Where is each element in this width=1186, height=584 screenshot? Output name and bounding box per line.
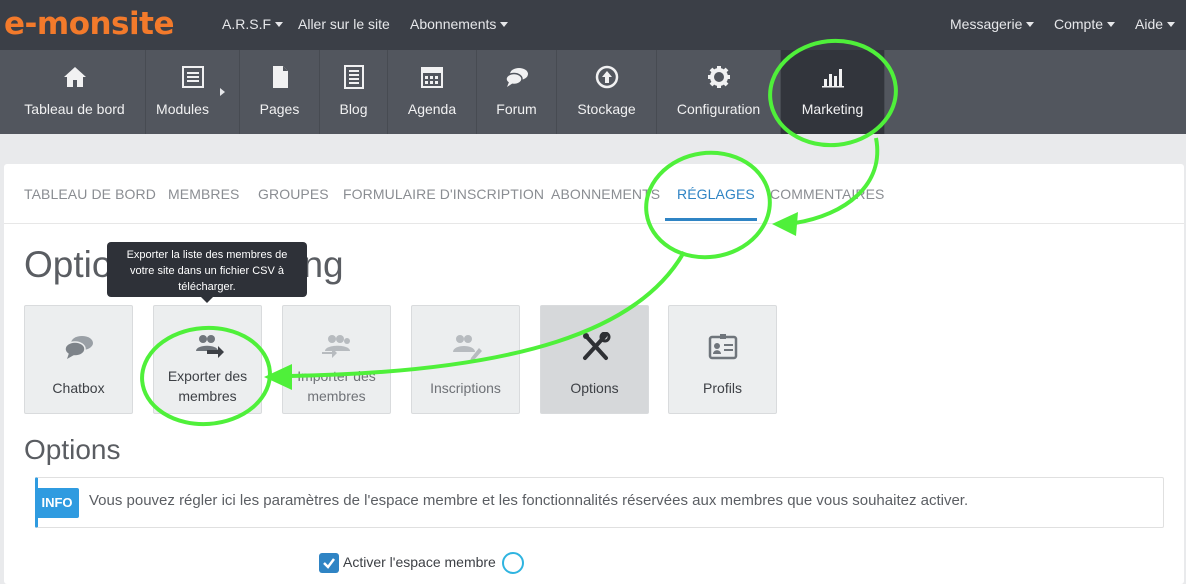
chevron-down-icon (1026, 21, 1035, 27)
content-card: TABLEAU DE BORD MEMBRES GROUPES FORMULAI… (4, 164, 1184, 584)
tile-label: Chatbox (52, 380, 105, 396)
logo[interactable]: e-monsite (4, 6, 174, 42)
info-text: Vous pouvez régler ici les paramètres de… (89, 492, 969, 509)
visit-site-link[interactable]: Aller sur le site (298, 0, 390, 50)
tab-dashboard[interactable]: TABLEAU DE BORD (24, 186, 156, 202)
tile-profiles[interactable]: Profils (668, 305, 777, 414)
check-icon (323, 558, 335, 569)
module-label: Stockage (577, 101, 636, 117)
blog-icon (343, 65, 364, 89)
module-label: Agenda (407, 101, 457, 117)
module-label: Tableau de bord (24, 101, 125, 117)
tile-label: Exporter des membres (167, 368, 248, 404)
module-dashboard[interactable]: Tableau de bord (4, 50, 146, 134)
tab-bar: TABLEAU DE BORD MEMBRES GROUPES FORMULAI… (4, 164, 1184, 224)
gear-icon (707, 66, 730, 88)
tile-import-members[interactable]: Importer des membres (282, 305, 391, 414)
list-icon (181, 66, 204, 88)
chevron-down-icon (500, 21, 509, 27)
section-title: Options (24, 434, 121, 465)
users-export-icon (195, 335, 224, 358)
module-configuration[interactable]: Configuration (657, 50, 781, 134)
tab-members[interactable]: MEMBRES (168, 186, 240, 202)
info-box: INFO Vous pouvez régler ici les paramètr… (35, 477, 1164, 528)
tile-label: Importer des membres (297, 368, 376, 404)
chevron-right-icon (220, 88, 225, 96)
tab-settings[interactable]: RÉGLAGES (677, 186, 755, 202)
tab-comments[interactable]: COMMENTAIRES (770, 186, 885, 202)
enable-members-checkbox[interactable] (319, 553, 339, 573)
module-pages[interactable]: Pages (240, 50, 320, 134)
module-agenda[interactable]: Agenda (388, 50, 477, 134)
module-label: Forum (496, 101, 537, 117)
tab-registration-form[interactable]: FORMULAIRE D'INSCRIPTION (343, 186, 544, 202)
home-icon (63, 67, 86, 87)
tile-label: Inscriptions (430, 380, 501, 396)
module-label: Marketing (801, 101, 864, 117)
users-edit-icon (452, 335, 482, 361)
module-label: Modules (156, 101, 209, 117)
chat-icon (504, 68, 528, 87)
tooltip: Exporter la liste des membres de votre s… (107, 242, 307, 303)
tile-chatbox[interactable]: Chatbox (24, 305, 133, 414)
chat-bubbles-icon (63, 336, 93, 359)
account-menu[interactable]: Compte (1054, 0, 1116, 50)
chevron-down-icon (275, 21, 284, 27)
tile-options[interactable]: Options (540, 305, 649, 414)
checkbox-label: Activer l'espace membre (343, 554, 496, 570)
module-label: Pages (259, 101, 300, 117)
module-label: Blog (339, 101, 368, 117)
tab-subscriptions[interactable]: ABONNEMENTS (551, 186, 660, 202)
module-label: Configuration (676, 101, 761, 117)
tile-label: Options (570, 380, 619, 396)
chevron-down-icon (1167, 21, 1176, 27)
bar-chart-icon (821, 69, 844, 88)
subscriptions-menu[interactable]: Abonnements (410, 0, 509, 50)
info-badge: INFO (35, 488, 79, 518)
tab-groups[interactable]: GROUPES (258, 186, 329, 202)
users-import-icon (321, 335, 350, 358)
tile-label: Profils (703, 380, 742, 396)
module-bar: Tableau de bord Modules Pages Blog Agend… (0, 50, 1186, 134)
chevron-down-icon (1107, 21, 1116, 27)
tile-registrations[interactable]: Inscriptions (411, 305, 520, 414)
calendar-icon (421, 67, 443, 88)
module-forum[interactable]: Forum (477, 50, 557, 134)
tile-export-members[interactable]: Exporter des membres (153, 305, 262, 414)
help-icon[interactable] (502, 552, 524, 574)
upload-icon (595, 65, 618, 89)
messaging-menu[interactable]: Messagerie (950, 0, 1035, 50)
module-blog[interactable]: Blog (320, 50, 388, 134)
module-marketing[interactable]: Marketing (781, 50, 885, 134)
active-tab-indicator (665, 218, 757, 221)
tools-icon (582, 332, 610, 360)
module-storage[interactable]: Stockage (557, 50, 657, 134)
module-modules[interactable]: Modules (146, 50, 240, 134)
site-menu[interactable]: A.R.S.F (222, 0, 284, 50)
top-bar: e-monsite A.R.S.F Aller sur le site Abon… (0, 0, 1186, 50)
page-icon (272, 66, 288, 88)
id-card-icon (708, 334, 737, 360)
help-menu[interactable]: Aide (1135, 0, 1176, 50)
